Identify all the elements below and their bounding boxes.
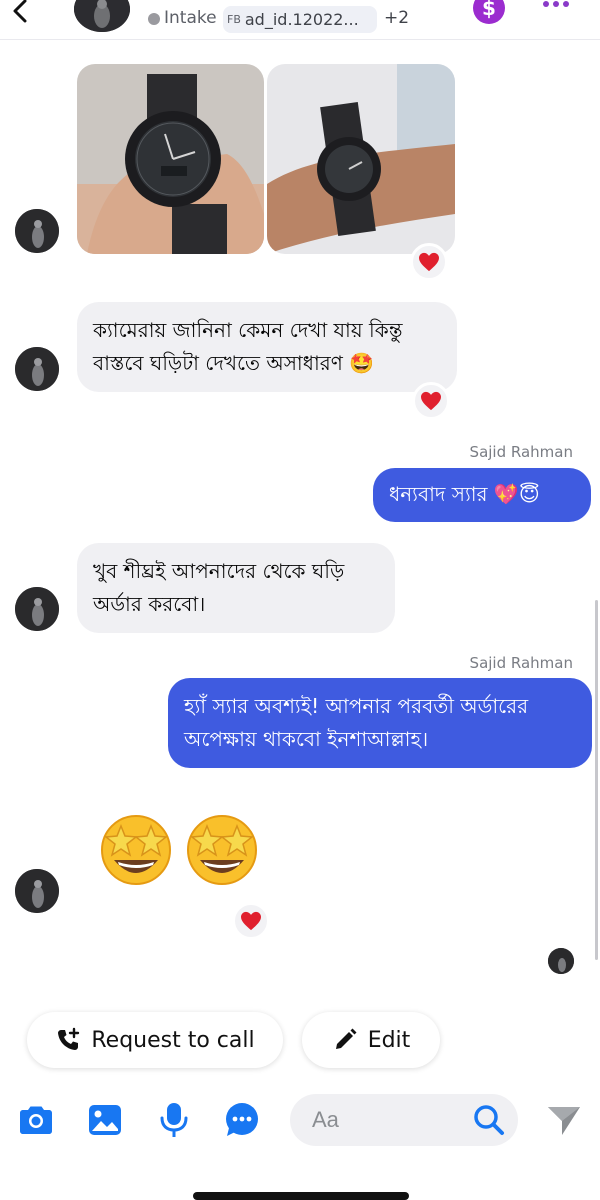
- request-call-label: Request to call: [91, 1027, 255, 1053]
- ad-id-text: ad_id.12022...: [244, 10, 359, 29]
- watch-photo-wrist[interactable]: [267, 64, 455, 254]
- status-dot: [148, 13, 160, 25]
- message-text-line: ক্যামেরায় জানিনা কেমন দেখা যায় কিন্তু: [93, 318, 403, 342]
- edit-button[interactable]: Edit: [302, 1012, 440, 1068]
- message-text: ধন্যবাদ স্যার 💖😇: [389, 482, 540, 506]
- emoji-message[interactable]: [96, 808, 262, 888]
- back-chevron-icon[interactable]: [6, 0, 34, 28]
- status-label: Intake: [164, 8, 217, 28]
- chat-dots-icon[interactable]: [222, 1100, 262, 1140]
- outgoing-message[interactable]: ধন্যবাদ স্যার 💖😇: [373, 468, 591, 522]
- sender-avatar[interactable]: [15, 869, 59, 913]
- sender-avatar[interactable]: [15, 209, 59, 253]
- message-text-line: বাস্তবে ঘড়িটা দেখতে অসাধারণ 🤩: [93, 351, 375, 375]
- contact-avatar[interactable]: [74, 0, 130, 32]
- chat-header: Intake FB ad_id.12022... +2 $: [0, 0, 600, 40]
- request-call-button[interactable]: Request to call: [27, 1012, 283, 1068]
- incoming-message[interactable]: খুব শীঘ্রই আপনাদের থেকে ঘড়ি অর্ডার করবো…: [77, 543, 395, 633]
- heart-icon: [421, 391, 441, 411]
- message-text-line: খুব শীঘ্রই আপনাদের থেকে ঘড়ি: [93, 559, 345, 583]
- phone-plus-icon: [58, 1027, 80, 1050]
- pencil-icon: [335, 1028, 357, 1049]
- dollar-symbol: $: [482, 0, 496, 20]
- edit-label: Edit: [367, 1027, 411, 1053]
- scrollbar[interactable]: [595, 600, 598, 960]
- ad-prefix: FB: [227, 13, 241, 26]
- star-struck-emoji: [187, 815, 257, 885]
- heart-icon: [419, 252, 439, 272]
- incoming-message[interactable]: ক্যামেরায় জানিনা কেমন দেখা যায় কিন্তু …: [77, 302, 457, 392]
- message-text-line: অপেক্ষায় থাকবো ইনশাআল্লাহ।: [184, 727, 429, 751]
- dollar-icon[interactable]: $: [473, 0, 505, 24]
- sender-avatar[interactable]: [15, 347, 59, 391]
- message-input[interactable]: [312, 1106, 462, 1134]
- sender-name: Sajid Rahman: [469, 443, 573, 461]
- message-input-wrapper[interactable]: [290, 1094, 518, 1146]
- seen-avatar: [548, 948, 574, 974]
- sender-name: Sajid Rahman: [469, 654, 573, 672]
- gallery-icon[interactable]: [85, 1100, 125, 1140]
- heart-reaction[interactable]: [410, 243, 448, 281]
- more-dots-icon[interactable]: [540, 0, 572, 14]
- ad-id-chip[interactable]: FB ad_id.12022...: [223, 6, 377, 33]
- outgoing-message[interactable]: হ্যাঁ স্যার অবশ্যই! আপনার পরবর্তী অর্ডার…: [168, 678, 592, 768]
- send-icon[interactable]: [544, 1100, 584, 1140]
- home-indicator: [193, 1192, 409, 1200]
- watch-photo-hand[interactable]: [77, 64, 264, 254]
- heart-icon: [241, 911, 261, 931]
- microphone-icon[interactable]: [154, 1100, 194, 1140]
- sender-avatar[interactable]: [15, 587, 59, 631]
- search-icon[interactable]: [472, 1103, 506, 1137]
- camera-icon[interactable]: [16, 1100, 56, 1140]
- extra-labels-count[interactable]: +2: [384, 8, 409, 28]
- message-text-line: অর্ডার করবো।: [93, 592, 206, 616]
- message-composer: [0, 1086, 600, 1156]
- heart-reaction[interactable]: [412, 382, 450, 420]
- heart-reaction[interactable]: [232, 902, 270, 940]
- message-text-line: হ্যাঁ স্যার অবশ্যই! আপনার পরবর্তী অর্ডার…: [184, 694, 529, 718]
- star-struck-emoji: [101, 815, 171, 885]
